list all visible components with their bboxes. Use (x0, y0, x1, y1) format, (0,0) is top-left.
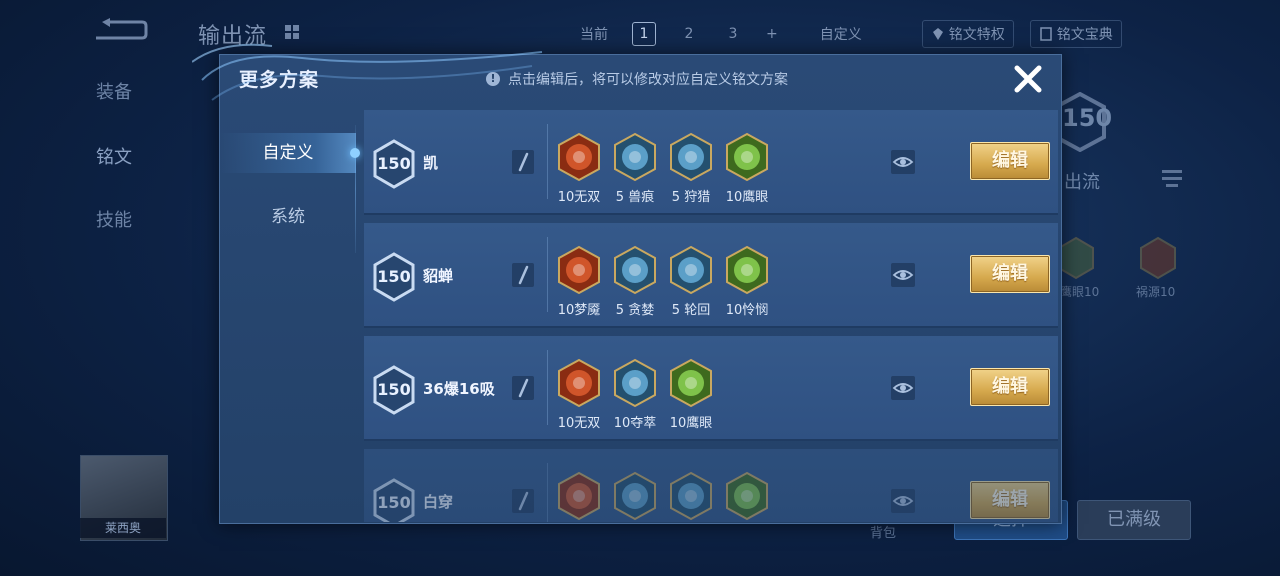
rune-label: 5 狩猎 (671, 190, 711, 205)
add-plan-button[interactable]: + (766, 26, 778, 42)
book-icon (1039, 27, 1052, 41)
side-skill[interactable]: 技能 (96, 206, 132, 232)
plan-row[interactable]: 150 凯 10无双 5 兽痕 5 狩猎 10鹰眼 编辑 (364, 110, 1058, 215)
rune-label: 10鹰眼 (725, 190, 769, 205)
rune-book-button[interactable]: 铭文宝典 (1029, 20, 1122, 48)
plan-tab-1[interactable]: 1 (632, 22, 656, 46)
plan-level: 150 (377, 493, 411, 512)
rune-blue-icon (670, 245, 712, 295)
backpack-label[interactable]: 背包 (870, 522, 896, 541)
plan-name: 貂蝉 (423, 267, 454, 285)
plan-list[interactable]: 150 凯 10无双 5 兽痕 5 狩猎 10鹰眼 编辑 150 貂蝉 10梦魇 5 贪婪 5 轮回 1… (364, 110, 1058, 522)
rune-green-icon (726, 471, 768, 521)
bg-rune-label: 祸源10 (1136, 285, 1176, 299)
maxed-button: 已满级 (1077, 500, 1191, 540)
rune-label: 5 贪婪 (615, 303, 655, 318)
more-plans-modal: 更多方案 ! 点击编辑后，将可以修改对应自定义铭文方案 自定义 系统 150 凯 1… (219, 54, 1062, 524)
rune-label: 10鹰眼 (669, 416, 713, 431)
close-icon[interactable] (1012, 63, 1044, 95)
edit-button[interactable]: 编辑 (970, 255, 1050, 293)
plan-name: 白穿 (423, 493, 454, 511)
rune-label: 10怜悯 (725, 303, 769, 318)
custom-tab[interactable]: 自定义 (820, 24, 862, 44)
plan-category-tabs: 自定义 系统 (220, 117, 356, 247)
active-tab-indicator (350, 148, 360, 158)
rune-red-icon (1140, 236, 1176, 280)
tab-current-label: 当前 (580, 27, 608, 43)
rune-label: 5 轮回 (671, 303, 711, 318)
preview-eye-icon[interactable] (891, 263, 915, 287)
rune-blue-icon (670, 471, 712, 521)
rune-label: 10无双 (557, 416, 601, 431)
rune-green-icon (726, 245, 768, 295)
grid-icon[interactable] (284, 24, 300, 40)
row-divider (547, 350, 548, 425)
rename-pencil-icon[interactable] (512, 376, 534, 400)
preview-eye-icon[interactable] (891, 376, 915, 400)
rune-label: 10夺萃 (613, 416, 657, 431)
rune-book-label: 铭文宝典 (1056, 27, 1113, 43)
edit-button[interactable]: 编辑 (970, 142, 1050, 180)
plan-level: 150 (377, 267, 411, 286)
rune-red-icon (558, 245, 600, 295)
preview-eye-icon[interactable] (891, 489, 915, 513)
rune-label: 5 兽痕 (615, 190, 655, 205)
modal-title: 更多方案 (239, 69, 320, 91)
tip-text: 点击编辑后，将可以修改对应自定义铭文方案 (508, 72, 788, 88)
modal-tip: ! 点击编辑后，将可以修改对应自定义铭文方案 (486, 69, 788, 89)
side-rune[interactable]: 铭文 (96, 143, 132, 169)
perk-icon (932, 28, 943, 40)
rune-red-icon (558, 358, 600, 408)
rune-green-icon (670, 358, 712, 408)
bg-plan-tabs: 当前 1 2 3 + 自定义 铭文特权 铭文宝典 (580, 20, 1138, 48)
rune-perk-label: 铭文特权 (948, 27, 1005, 43)
rune-label: 10梦魇 (557, 303, 601, 318)
rune-blue-icon (614, 358, 656, 408)
side-equipment[interactable]: 装备 (96, 78, 132, 104)
plan-level: 150 (377, 154, 411, 173)
edit-button[interactable]: 编辑 (970, 368, 1050, 406)
rune-blue-icon (614, 471, 656, 521)
rune-label: 10无双 (557, 190, 601, 205)
plan-name: 凯 (423, 154, 439, 172)
rename-pencil-icon[interactable] (512, 489, 534, 513)
plan-row[interactable]: 150 36爆16吸 10无双 10夺萃 10鹰眼 编辑 (364, 336, 1058, 441)
rename-pencil-icon[interactable] (512, 263, 534, 287)
rune-perk-button[interactable]: 铭文特权 (921, 20, 1014, 48)
list-menu-icon[interactable] (1160, 168, 1184, 190)
info-icon: ! (486, 72, 500, 86)
tab-custom[interactable]: 自定义 (220, 133, 356, 173)
plan-row[interactable]: 150 白穿 编辑 (364, 449, 1058, 522)
plan-name: 36爆16吸 (423, 380, 495, 398)
preview-eye-icon[interactable] (891, 150, 915, 174)
plan-tab-3[interactable]: 3 (722, 23, 744, 45)
rune-red-icon (558, 471, 600, 521)
row-divider (547, 124, 548, 199)
plan-tab-2[interactable]: 2 (678, 23, 700, 45)
rune-blue-icon (614, 245, 656, 295)
bg-header-title: 输出流 (198, 24, 268, 49)
rune-red-icon (558, 132, 600, 182)
rune-blue-icon (614, 132, 656, 182)
bg-level-text: 150 (1062, 104, 1113, 132)
plan-row[interactable]: 150 貂蝉 10梦魇 5 贪婪 5 轮回 10怜悯 编辑 (364, 223, 1058, 328)
back-arrow-icon[interactable] (92, 18, 148, 44)
bg-rune-label: 鹰眼10 (1060, 285, 1100, 299)
plan-level: 150 (377, 380, 411, 399)
bg-plan-label: 出流 (1064, 172, 1100, 193)
rune-green-icon (726, 132, 768, 182)
row-divider (547, 237, 548, 312)
row-divider (547, 463, 548, 522)
hero-name: 莱西奥 (80, 518, 166, 538)
edit-button[interactable]: 编辑 (970, 481, 1050, 519)
rune-green-icon (1058, 236, 1094, 280)
tab-system[interactable]: 系统 (220, 197, 356, 237)
rename-pencil-icon[interactable] (512, 150, 534, 174)
rune-blue-icon (670, 132, 712, 182)
